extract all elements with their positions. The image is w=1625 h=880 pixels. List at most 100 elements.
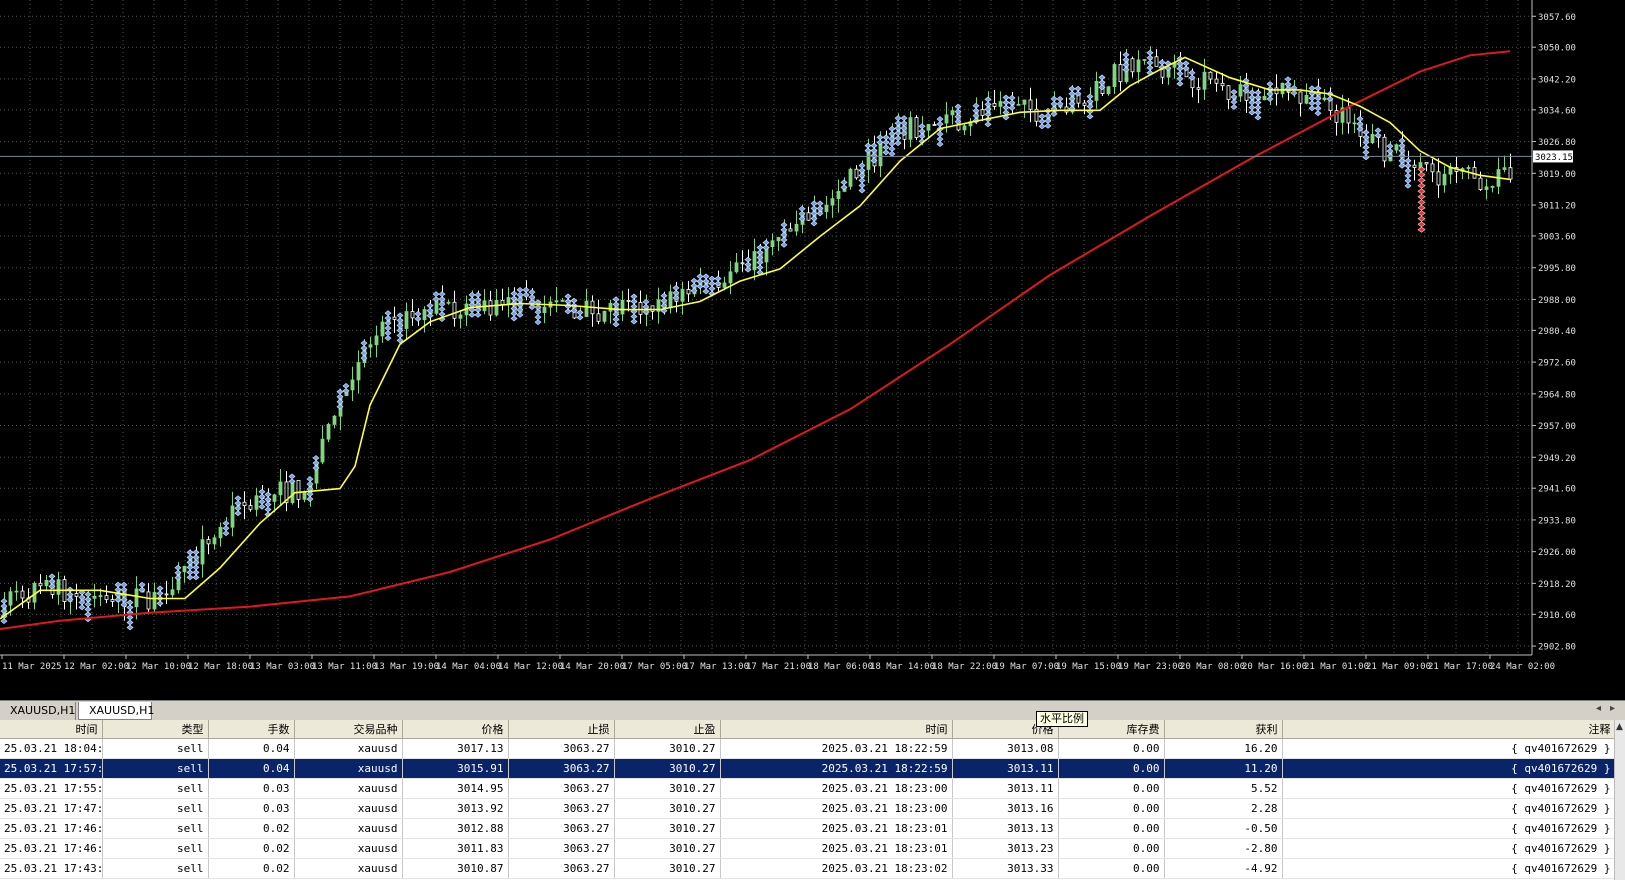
table-cell: 3063.27 [508, 758, 615, 779]
sell-marker [1417, 193, 1426, 200]
time-tick-label: 13 Mar 11:00 [312, 662, 377, 672]
buy-marker [234, 510, 242, 517]
table-row[interactable]: 25.03.21 18:04:16sell0.04xauusd3017.1330… [0, 738, 1616, 759]
buy-marker [570, 297, 578, 304]
buy-marker [1308, 95, 1316, 102]
price-tick-label: 3019.00 [1538, 170, 1576, 180]
column-header[interactable]: 手数 [208, 720, 295, 739]
table-row[interactable]: 25.03.21 17:57:48sell0.04xauusd3015.9130… [0, 758, 1616, 779]
tab-label: XAUUSD,H1 [10, 704, 76, 717]
price-tick-label: 2980.40 [1538, 327, 1576, 337]
candle-body [296, 479, 301, 500]
column-header[interactable]: 止损 [508, 720, 615, 739]
candle-body [740, 262, 745, 265]
scroll-up-icon[interactable]: ▲ [1616, 722, 1623, 732]
buy-marker [918, 123, 926, 130]
candle-body [560, 299, 565, 302]
buy-marker [1230, 89, 1238, 95]
table-row[interactable]: 25.03.21 17:46:06sell0.02xauusd3011.8330… [0, 838, 1616, 859]
table-cell: -0.50 [1164, 818, 1283, 839]
time-tick-label: 12 Mar 02:00 [64, 662, 129, 672]
candle-body [38, 582, 43, 587]
candle-body [1082, 102, 1087, 106]
price-tick-label: 2941.60 [1538, 485, 1576, 495]
candle-body [356, 362, 361, 381]
column-header[interactable]: 价格 [402, 720, 509, 739]
buy-marker [858, 177, 866, 184]
candle-body [926, 124, 931, 131]
price-tick-label: 3042.20 [1538, 75, 1576, 85]
buy-marker [258, 503, 266, 510]
column-header[interactable]: 类型 [102, 720, 209, 739]
buy-marker [702, 283, 710, 290]
buy-marker [414, 315, 422, 322]
candle-body [950, 110, 955, 116]
table-cell: 3011.83 [402, 838, 509, 859]
candle-body [854, 168, 859, 179]
buy-marker [126, 604, 134, 611]
price-tick-label: 2988.00 [1538, 296, 1576, 306]
candle-body [1274, 87, 1279, 95]
buy-marker [1404, 177, 1412, 184]
column-header[interactable]: 时间 [720, 720, 953, 739]
table-cell: 3013.13 [952, 818, 1059, 839]
table-cell: sell [102, 818, 209, 839]
tab-chart-2[interactable]: XAUUSD,H1 [78, 702, 154, 720]
table-row[interactable]: 25.03.21 17:47:57sell0.03xauusd3013.9230… [0, 798, 1616, 819]
column-header[interactable]: 时间 [0, 720, 103, 739]
buy-marker [1248, 89, 1256, 96]
table-cell: 25.03.21 17:47:57 [0, 798, 103, 819]
buy-marker [1314, 100, 1322, 107]
table-cell: 3013.11 [952, 778, 1059, 799]
table-cell: 3010.27 [614, 738, 721, 759]
column-header[interactable]: 止盈 [614, 720, 721, 739]
price-tick-label: 2933.80 [1538, 516, 1576, 526]
table-cell: 3063.27 [508, 858, 615, 879]
table-cell: xauusd [294, 858, 403, 879]
table-row[interactable]: 25.03.21 17:46:38sell0.02xauusd3012.8830… [0, 818, 1616, 839]
column-header[interactable]: 获利 [1164, 720, 1283, 739]
buy-marker [714, 275, 722, 282]
time-tick-label: 12 Mar 18:00 [188, 662, 253, 672]
buy-marker [1374, 127, 1382, 134]
time-tick-label: 19 Mar 23:00 [1118, 662, 1183, 672]
sell-marker [1417, 221, 1426, 228]
buy-marker [264, 491, 272, 498]
table-row[interactable]: 25.03.21 17:55:59sell0.03xauusd3014.9530… [0, 778, 1616, 799]
buy-marker [510, 290, 518, 297]
price-chart[interactable]: 3057.60 3050.00 3042.20 3034.60 3026.80 3019.… [0, 0, 1625, 700]
chart-canvas[interactable]: 3057.60 3050.00 3042.20 3034.60 3026.80 3019.… [0, 0, 1625, 700]
candle-body [1424, 162, 1429, 165]
candle-body [1430, 163, 1435, 173]
table-row[interactable]: 25.03.21 17:43:57sell0.02xauusd3010.8730… [0, 858, 1616, 879]
buy-marker [1284, 76, 1292, 83]
time-tick-label: 21 Mar 09:00 [1366, 662, 1431, 672]
table-scrollbar[interactable]: ▲ [1614, 720, 1625, 880]
candle-body [1466, 167, 1471, 169]
buy-marker [426, 312, 434, 319]
candle-body [98, 595, 103, 598]
tab-chart-1[interactable]: XAUUSD,H1 [0, 702, 76, 720]
candle-body [1208, 71, 1213, 80]
candle-body [206, 539, 211, 545]
column-header[interactable]: 交易品种 [294, 720, 403, 739]
column-header[interactable]: 注释 [1282, 720, 1616, 739]
buy-marker [888, 150, 896, 157]
buy-marker [84, 591, 92, 598]
buy-marker [1068, 85, 1076, 92]
tab-scroll-right-icon[interactable]: ▸ [1610, 703, 1615, 714]
candle-body [20, 590, 25, 599]
buy-marker [1362, 149, 1370, 156]
table-cell: 25.03.21 17:43:57 [0, 858, 103, 879]
buy-marker [1158, 59, 1166, 66]
table-cell: 25.03.21 17:46:38 [0, 818, 103, 839]
buy-marker [1254, 114, 1262, 121]
time-tick-label: 19 Mar 15:00 [1056, 662, 1121, 672]
buy-marker [708, 280, 716, 287]
table-cell: 3014.95 [402, 778, 509, 799]
table-cell: 3015.91 [402, 758, 509, 779]
sell-marker [1417, 171, 1426, 178]
buy-marker [780, 236, 788, 243]
buy-marker [1230, 99, 1238, 105]
tab-scroll-left-icon[interactable]: ◂ [1596, 703, 1601, 714]
